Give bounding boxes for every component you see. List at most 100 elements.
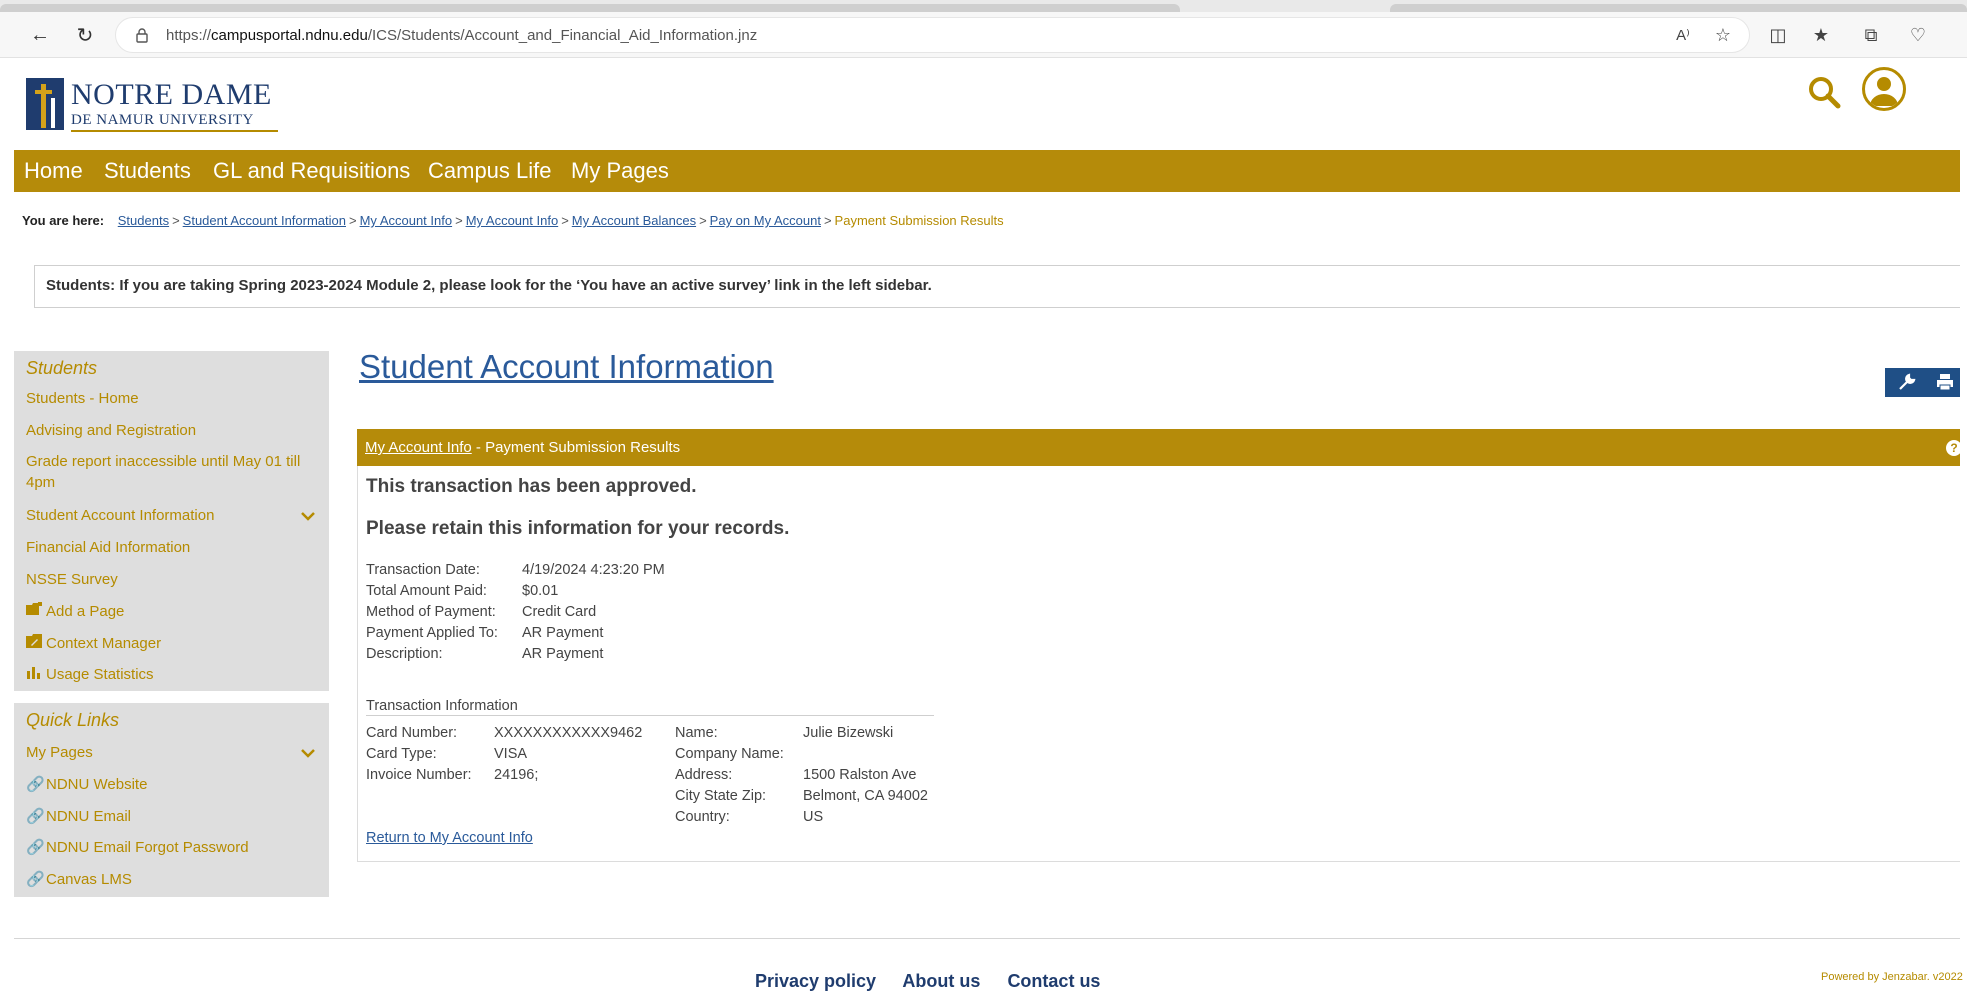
- detail-label: Total Amount Paid:: [366, 583, 487, 599]
- powered-by-jenzabar[interactable]: Powered by Jenzabar. v2022: [1821, 971, 1963, 983]
- browser-tab[interactable]: [1390, 4, 1967, 12]
- address-bar[interactable]: https://campusportal.ndnu.edu/ICS/Studen…: [115, 17, 1750, 53]
- page-title[interactable]: Student Account Information: [359, 348, 774, 386]
- sidebar-students-title: Students: [26, 358, 98, 378]
- sidebar-item-financial-aid-information[interactable]: Financial Aid Information: [26, 539, 190, 556]
- breadcrumb-link-students[interactable]: Students: [118, 213, 169, 228]
- read-aloud-icon[interactable]: A⁾: [1670, 22, 1696, 48]
- back-arrow-icon[interactable]: ←: [26, 21, 54, 49]
- detail-value-method: Credit Card: [522, 604, 597, 620]
- sidebar-item-students-home[interactable]: Students - Home: [26, 390, 139, 407]
- university-logo[interactable]: NOTRE DAME DE NAMUR UNIVERSITY: [26, 78, 278, 134]
- nav-campus-life[interactable]: Campus Life: [428, 158, 552, 184]
- link-icon: 🔗: [26, 776, 45, 793]
- detail-label: Description:: [366, 646, 443, 662]
- card-label: Card Number:: [366, 725, 458, 741]
- browser-tab-strip: [0, 0, 1967, 12]
- card-type-value: VISA: [494, 746, 528, 762]
- favorites-icon[interactable]: ★: [1808, 22, 1834, 48]
- collections-icon[interactable]: ⧉: [1858, 22, 1884, 48]
- card-label: Invoice Number:: [366, 767, 472, 783]
- footer-link-privacy-policy[interactable]: Privacy policy: [755, 971, 876, 991]
- breadcrumb-link-my-account-info[interactable]: My Account Info: [360, 213, 453, 228]
- page-tools: [1885, 368, 1960, 397]
- help-icon[interactable]: ?: [1946, 440, 1962, 456]
- quick-link-canvas-lms[interactable]: 🔗Canvas LMS: [26, 870, 132, 888]
- user-avatar-icon[interactable]: [1862, 67, 1906, 111]
- link-icon: 🔗: [26, 839, 45, 856]
- split-screen-icon[interactable]: ◫: [1765, 22, 1791, 48]
- logo-name-line2: DE NAMUR UNIVERSITY: [71, 112, 254, 128]
- bar-chart-icon: [27, 667, 40, 679]
- breadcrumb: You are here: Students > Student Account I…: [22, 213, 1004, 228]
- breadcrumb-link-my-account-info-2[interactable]: My Account Info: [466, 213, 559, 228]
- sidebar-item-advising-registration[interactable]: Advising and Registration: [26, 422, 196, 439]
- browser-essentials-icon[interactable]: ♡: [1905, 22, 1931, 48]
- link-icon: 🔗: [26, 808, 45, 825]
- logo-mark-icon: [26, 78, 64, 130]
- sidebar-tool-context-manager[interactable]: Context Manager: [26, 634, 161, 652]
- sidebar-item-nsse-survey[interactable]: NSSE Survey: [26, 571, 118, 588]
- print-icon[interactable]: [1935, 372, 1955, 392]
- invoice-number-value: 24196;: [494, 767, 539, 783]
- quick-link-my-pages[interactable]: My Pages: [26, 744, 93, 761]
- panel-header-text: My Account Info - Payment Submission Res…: [365, 439, 681, 456]
- sidebar-item-student-account-information[interactable]: Student Account Information: [26, 507, 214, 524]
- nav-my-pages[interactable]: My Pages: [571, 158, 669, 184]
- url-text: https://campusportal.ndnu.edu/ICS/Studen…: [166, 27, 758, 44]
- panel-link-my-account-info[interactable]: My Account Info: [365, 439, 472, 456]
- main-navigation: Home Students GL and Requisitions Campus…: [14, 150, 1960, 192]
- breadcrumb-link-pay-on-my-account[interactable]: Pay on My Account: [710, 213, 821, 228]
- breadcrumb-label: You are here:: [22, 213, 105, 228]
- nav-students[interactable]: Students: [104, 158, 191, 184]
- chevron-down-icon[interactable]: [301, 511, 315, 521]
- nav-home[interactable]: Home: [24, 158, 83, 184]
- survey-notice: Students: If you are taking Spring 2023-…: [34, 265, 1960, 308]
- transaction-information-label: Transaction Information: [366, 698, 518, 714]
- quick-link-ndnu-website[interactable]: 🔗NDNU Website: [26, 775, 147, 793]
- edit-folder-icon: [26, 634, 42, 648]
- detail-label: Method of Payment:: [366, 604, 496, 620]
- billing-country-value: US: [803, 809, 824, 825]
- logo-rule: [71, 130, 278, 132]
- detail-value-transaction-date: 4/19/2024 4:23:20 PM: [522, 562, 665, 578]
- return-to-my-account-info-link[interactable]: Return to My Account Info: [366, 830, 533, 846]
- browser-tab[interactable]: [0, 4, 1180, 12]
- footer-link-contact-us[interactable]: Contact us: [1007, 971, 1100, 991]
- link-icon: 🔗: [26, 871, 45, 888]
- detail-value-total-amount: $0.01: [522, 583, 559, 599]
- nav-gl-requisitions[interactable]: GL and Requisitions: [213, 158, 410, 184]
- detail-label: Transaction Date:: [366, 562, 480, 578]
- refresh-icon[interactable]: ↻: [71, 21, 99, 49]
- detail-value-applied-to: AR Payment: [522, 625, 604, 641]
- footer-divider: [14, 938, 1960, 939]
- approval-message: This transaction has been approved.: [366, 476, 697, 497]
- breadcrumb-current: Payment Submission Results: [834, 213, 1004, 228]
- browser-toolbar: ← ↻ https://campusportal.ndnu.edu/ICS/St…: [0, 12, 1967, 58]
- search-icon[interactable]: [1807, 75, 1841, 109]
- breadcrumb-link-student-account-information[interactable]: Student Account Information: [183, 213, 346, 228]
- sidebar-students: Students Students - Home Advising and Re…: [14, 351, 329, 691]
- panel-header: My Account Info - Payment Submission Res…: [357, 429, 1962, 466]
- footer-link-about-us[interactable]: About us: [902, 971, 980, 991]
- sidebar-tool-usage-statistics[interactable]: Usage Statistics: [26, 665, 154, 683]
- breadcrumb-link-my-account-balances[interactable]: My Account Balances: [572, 213, 696, 228]
- star-icon[interactable]: ☆: [1710, 22, 1736, 48]
- wrench-icon[interactable]: [1897, 372, 1917, 392]
- section-divider: [366, 715, 934, 716]
- card-label: Card Type:: [366, 746, 437, 762]
- quick-link-ndnu-email[interactable]: 🔗NDNU Email: [26, 807, 131, 825]
- quick-links-title: Quick Links: [26, 710, 120, 730]
- sidebar-item-grade-report[interactable]: Grade report inaccessible until May 01 t…: [26, 451, 321, 493]
- billing-label: Company Name:: [675, 746, 784, 762]
- detail-value-description: AR Payment: [522, 646, 604, 662]
- quick-link-ndnu-email-forgot-password[interactable]: 🔗NDNU Email Forgot Password: [26, 838, 249, 856]
- chevron-down-icon[interactable]: [301, 748, 315, 758]
- lock-icon: [136, 28, 148, 43]
- detail-label: Payment Applied To:: [366, 625, 498, 641]
- sidebar-tool-add-page[interactable]: Add a Page: [26, 602, 124, 620]
- billing-label: Address:: [675, 767, 733, 783]
- billing-address-value: 1500 Ralston Ave: [803, 767, 917, 783]
- folder-add-icon: [26, 602, 42, 615]
- billing-city-state-zip-value: Belmont, CA 94002: [803, 788, 928, 804]
